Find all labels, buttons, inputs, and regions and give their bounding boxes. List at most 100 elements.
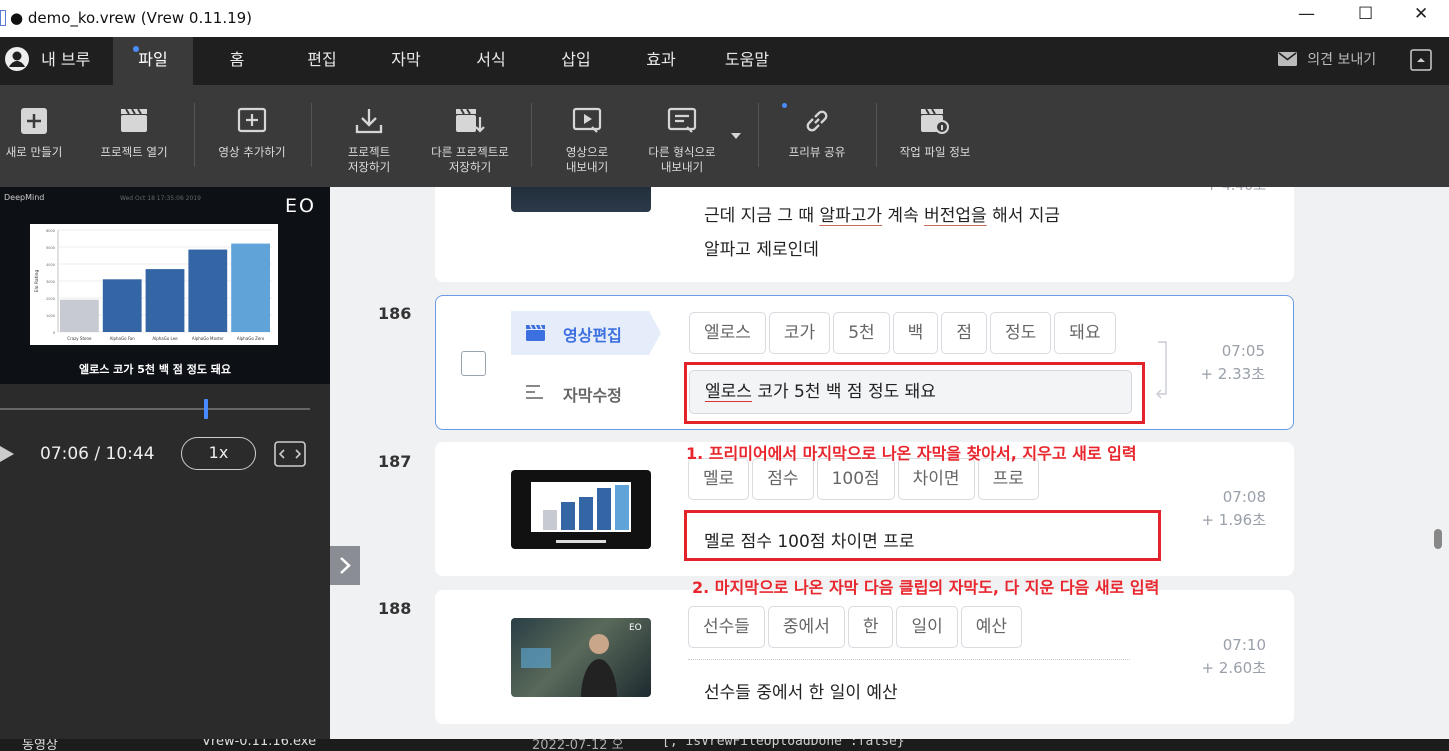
clip-thumbnail[interactable]: EO (511, 618, 651, 697)
taskbar-item[interactable]: 동영상 (22, 739, 58, 751)
video-preview[interactable]: DeepMind Wed Oct 18 17:35:06 2019 EO 0 10… (0, 187, 330, 384)
y-axis-label: Elo Rating (34, 269, 40, 292)
word-chip[interactable]: 프로 (977, 458, 1039, 500)
user-name: 내 브루 (41, 50, 91, 69)
svg-text:EO: EO (629, 623, 642, 633)
export-other-format-button[interactable]: 다른 형식으로 내보내기 (642, 85, 722, 187)
chevron-up-icon (1410, 49, 1432, 71)
word-chip[interactable]: 예산 (960, 606, 1023, 648)
merge-arrow-icon[interactable] (1154, 340, 1172, 400)
taskbar-item: [,"isVrewFileUploadDone":false} (662, 739, 905, 749)
subtitle-edit-tab[interactable]: 자막수정 (511, 370, 661, 414)
y-tick-label: 5000 (46, 246, 55, 250)
bar-chart: 0 1000 2000 3000 4000 5000 6000 Elo Rating Crazy… (34, 229, 272, 341)
export-dropdown-button[interactable] (728, 85, 744, 187)
word-chip[interactable]: 5천 (833, 312, 890, 354)
scrollbar-thumb[interactable] (1434, 529, 1442, 549)
fullscreen-icon[interactable] (274, 441, 306, 467)
y-tick-label: 1000 (46, 314, 55, 318)
word-chip[interactable]: 차이면 (897, 458, 975, 500)
add-video-button[interactable]: 영상 추가하기 (212, 85, 292, 187)
new-project-button[interactable]: 새로 만들기 (0, 85, 68, 187)
x-tick-label: AlphaGo Zero (237, 336, 265, 341)
word-chip[interactable]: 엘로스 (689, 312, 766, 354)
clip-thumbnail[interactable] (511, 187, 651, 212)
file-info-button[interactable]: 작업 파일 정보 (895, 85, 975, 187)
tab-edit[interactable]: 편집 (282, 37, 362, 85)
clapperboard-icon (121, 108, 147, 132)
open-project-button[interactable]: 프로젝트 열기 (96, 85, 172, 187)
subtitle-text[interactable]: 근데 지금 그 때 알파고가 계속 버전업을 해서 지금 알파고 제로인데 (704, 199, 1224, 267)
clip-number: 186 (378, 304, 412, 323)
y-tick-label: 2000 (46, 297, 55, 301)
tab-effects[interactable]: 효과 (621, 37, 701, 85)
person-thumbnail: EO (521, 623, 642, 697)
playback-time: 07:06 / 10:44 (40, 444, 155, 464)
expand-panel-button[interactable] (330, 546, 360, 585)
timeline-playhead[interactable] (204, 399, 208, 419)
toolbar-divider (311, 103, 312, 167)
toolbar-divider (194, 103, 195, 167)
chart-bar (60, 299, 99, 332)
tab-insert[interactable]: 삽입 (536, 37, 616, 85)
word-chips: 선수들 중에서 한 일이 예산 (688, 606, 1025, 648)
clip-list: + 4.40초 근데 지금 그 때 알파고가 계속 버전업을 해서 지금 알파고… (330, 187, 1449, 739)
user-menu[interactable]: 내 브루 (0, 37, 105, 85)
clip-thumbnail[interactable] (511, 470, 651, 549)
word-chip[interactable]: 점 (941, 312, 987, 354)
word-chips: 멜로 점수 100점 차이면 프로 (688, 458, 1042, 500)
ribbon-toolbar: 새로 만들기 프로젝트 열기 영상 추가하기 프로젝트 저장하기 다른 프로젝트로… (0, 85, 1449, 187)
word-chip[interactable]: 점수 (752, 458, 814, 500)
y-tick-label: 0 (53, 331, 55, 335)
word-chip[interactable]: 한 (847, 606, 894, 648)
word-chip[interactable]: 코가 (768, 312, 831, 354)
word-chip[interactable]: 돼요 (1054, 312, 1116, 354)
save-project-button[interactable]: 프로젝트 저장하기 (336, 85, 402, 187)
preview-panel: DeepMind Wed Oct 18 17:35:06 2019 EO 0 10… (0, 187, 330, 751)
x-tick-label: Crazy Stone (67, 336, 92, 341)
word-chip[interactable]: 100점 (816, 458, 895, 500)
taskbar-item[interactable]: Vrew-0.11.16.exe (202, 739, 316, 749)
user-icon (5, 47, 29, 71)
tab-help[interactable]: 도움말 (705, 37, 789, 85)
clip-checkbox[interactable] (461, 351, 486, 376)
collapse-ribbon-button[interactable] (1408, 37, 1434, 85)
clip-card[interactable]: + 4.40초 근데 지금 그 때 알파고가 계속 버전업을 해서 지금 알파고… (435, 187, 1294, 282)
play-icon[interactable] (0, 446, 14, 462)
subtitle-text[interactable]: 선수들 중에서 한 일이 예산 (704, 678, 898, 703)
minimize-button[interactable]: — (1298, 4, 1315, 24)
tab-format[interactable]: 서식 (451, 37, 531, 85)
close-button[interactable]: ✕ (1414, 4, 1428, 24)
word-chip[interactable]: 멜로 (688, 458, 750, 500)
taskbar-item: 2022-07-12 오 (532, 739, 624, 751)
save-as-project-button[interactable]: 다른 프로젝트로 저장하기 (424, 85, 516, 187)
word-chip[interactable]: 중에서 (767, 606, 845, 648)
word-chip[interactable]: 정도 (989, 312, 1052, 354)
eo-logo: EO (285, 195, 316, 217)
tab-home[interactable]: 홈 (197, 37, 277, 85)
add-frame-icon (237, 107, 267, 133)
speed-button[interactable]: 1x (181, 437, 256, 470)
tab-subtitle[interactable]: 자막 (366, 37, 446, 85)
chart-bar (231, 243, 270, 332)
word-chip[interactable]: 백 (892, 312, 939, 354)
download-icon (355, 109, 383, 134)
clip-card[interactable]: EO 선수들 중에서 한 일이 예산 선수들 중에서 한 일이 예산 07:10 + 2.… (435, 590, 1294, 724)
word-chips: 엘로스 코가 5천 백 점 정도 돼요 (689, 312, 1119, 354)
preview-caption: 엘로스 코가 5천 백 점 정도 돼요 (78, 363, 232, 376)
maximize-button[interactable]: ☐ (1358, 4, 1373, 24)
chart-bar (188, 249, 228, 332)
clapper-download-icon (456, 108, 485, 133)
preview-share-button[interactable]: 프리뷰 공유 (780, 85, 854, 187)
y-tick-label: 6000 (46, 229, 55, 233)
tab-file[interactable]: 파일 (113, 37, 193, 85)
timeline-track[interactable] (0, 408, 310, 410)
export-video-button[interactable]: 영상으로 내보내기 (552, 85, 622, 187)
x-tick-label: AlphaGo Lee (152, 336, 178, 341)
video-export-icon (572, 107, 602, 133)
word-chip[interactable]: 선수들 (688, 606, 765, 648)
menu-bar: 내 브루 파일 홈 편집 자막 서식 삽입 효과 도움말 의견 보내기 (0, 37, 1449, 85)
word-chip[interactable]: 일이 (896, 606, 958, 648)
feedback-button[interactable]: 의견 보내기 (1272, 37, 1382, 85)
video-edit-tab[interactable]: 영상편집 (511, 311, 661, 355)
